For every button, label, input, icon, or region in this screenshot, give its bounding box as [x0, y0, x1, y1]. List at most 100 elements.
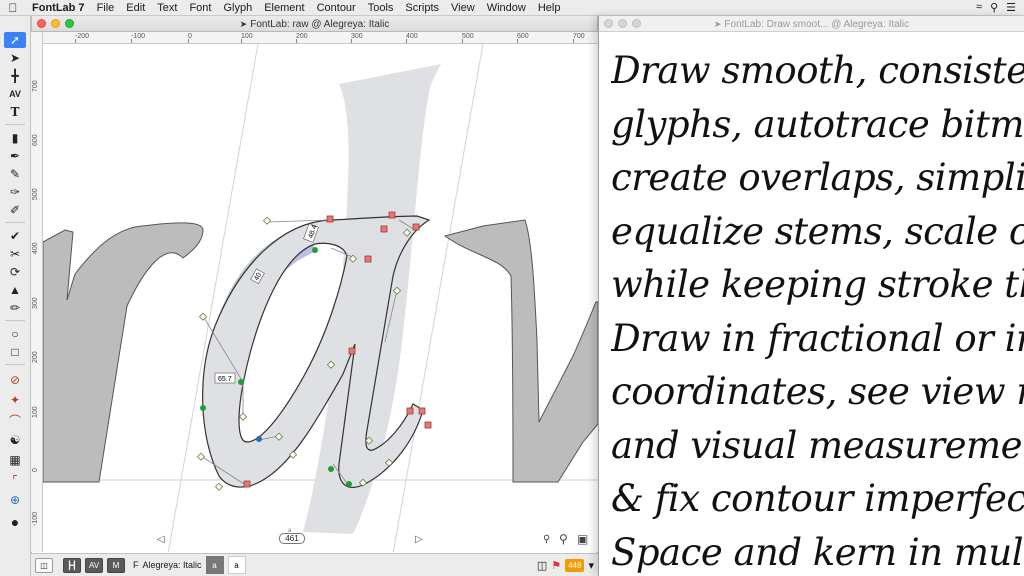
metrics-mode-button[interactable]: ┣┫	[63, 557, 81, 573]
yin-yang-tool-icon[interactable]: ☯	[4, 432, 26, 448]
menu-edit[interactable]: Edit	[120, 0, 151, 16]
scissors-tool-icon[interactable]: ✂	[4, 246, 26, 262]
no-entry-tool-icon[interactable]: ⊘	[4, 372, 26, 388]
glyph-count-badge[interactable]: 448	[565, 558, 585, 572]
align-tool-icon[interactable]: ⊕	[4, 492, 26, 508]
neighbor-glyph-v	[443, 219, 598, 483]
preview-window-titlebar[interactable]: ➤ FontLab: Draw smoot... @ Alegreya: Ital…	[599, 16, 1024, 32]
menu-scripts[interactable]: Scripts	[399, 0, 445, 16]
font-prefix: F	[133, 560, 139, 570]
eyedropper-tool-icon[interactable]: ✏	[4, 300, 26, 316]
preview-line: Draw smooth, consistent	[611, 49, 1024, 92]
ruler-label: 700	[573, 33, 585, 40]
glyph-drawing: 48.4 40 65.7 ◁ ▷ a	[43, 44, 598, 552]
menu-help[interactable]: Help	[532, 0, 567, 16]
guide-tool-icon[interactable]: ⌜	[4, 472, 26, 488]
ruler-label: 700	[32, 80, 39, 92]
menu-tools[interactable]: Tools	[362, 0, 400, 16]
prev-glyph-arrow-icon: ◁	[157, 534, 165, 545]
eraser-tool-icon[interactable]: ▮	[4, 130, 26, 146]
kerning-mode-button[interactable]: AV	[85, 557, 103, 573]
menu-text[interactable]: Text	[151, 0, 183, 16]
glyph-canvas[interactable]: 48.4 40 65.7 ◁ ▷ a 461 ⚲ ⚲ ▣	[43, 44, 598, 552]
text-tool-icon[interactable]: T	[4, 104, 26, 120]
kerning-tool-icon[interactable]: AV	[4, 86, 26, 102]
menu-window[interactable]: Window	[481, 0, 532, 16]
layers-icon[interactable]: ◫	[537, 559, 547, 572]
glyph-window-titlebar[interactable]: ➤ FontLab: raw @ Alegreya: Italic	[32, 16, 597, 32]
pin-tool-icon[interactable]: ✦	[4, 392, 26, 408]
advance-width-field[interactable]: 461	[279, 533, 305, 544]
grid-tool-icon[interactable]: ▦	[4, 452, 26, 468]
hand-tool-icon[interactable]: ●	[4, 514, 26, 530]
ruler-label: 400	[406, 33, 418, 40]
fit-view-icon[interactable]: ▣	[577, 532, 588, 546]
ruler-label: -200	[75, 33, 90, 40]
menu-list-icon[interactable]: ☰	[1006, 1, 1016, 14]
chevron-down-icon[interactable]: ▾	[588, 559, 594, 572]
current-glyph-cell[interactable]: a	[205, 556, 224, 574]
preview-window: ➤ FontLab: Draw smoot... @ Alegreya: Ital…	[598, 16, 1024, 576]
preview-line: coordinates, see view nu	[611, 370, 1024, 413]
menu-file[interactable]: File	[91, 0, 121, 16]
pointer-icon: ➤	[713, 19, 722, 29]
search-icon[interactable]: ⚲	[990, 1, 998, 14]
sidebar-toggle-button[interactable]: ◫	[35, 557, 53, 573]
preview-window-title: FontLab: Draw smoot... @ Alegreya: Itali…	[724, 19, 910, 30]
mode-button[interactable]: M	[107, 557, 125, 573]
wifi-icon[interactable]: ≈	[976, 1, 982, 14]
fill-tool-icon[interactable]: ▲	[4, 282, 26, 298]
ruler-label: 200	[32, 351, 39, 363]
preview-line: Space and kern in multi-	[611, 530, 1024, 574]
preview-line: equalize stems, scale out	[611, 209, 1024, 253]
contour-select-tool-icon[interactable]: ➚	[4, 32, 26, 48]
corner-tool-icon[interactable]: ⌒	[4, 412, 26, 428]
next-glyph-cell[interactable]: a	[227, 556, 246, 574]
pointer-icon: ➤	[239, 19, 248, 29]
neighbor-glyph-r	[43, 222, 204, 483]
preview-line: & fix contour imperfectio	[611, 477, 1024, 520]
ruler-label: 100	[241, 33, 253, 40]
metrics-tool-icon[interactable]: ╋	[4, 68, 26, 84]
knife-tool-icon[interactable]: ✔	[4, 228, 26, 244]
ruler-label: 600	[517, 33, 529, 40]
rectangle-tool-icon[interactable]: □	[4, 344, 26, 360]
status-bar: ◫ ┣┫ AV M F Alegreya: Italic a a ◫ ⚑ 448…	[31, 553, 598, 576]
flag-icon[interactable]: ⚑	[551, 559, 561, 572]
menu-contour[interactable]: Contour	[311, 0, 362, 16]
brush-tool-icon[interactable]: ✒	[4, 148, 26, 164]
preview-text-area[interactable]: Draw smooth, consistent glyphs, autotrac…	[611, 44, 1024, 576]
preview-line: create overlaps, simplify	[611, 156, 1024, 199]
preview-line: while keeping stroke thic	[611, 263, 1024, 306]
ruler-label: 400	[32, 242, 39, 254]
horizontal-ruler[interactable]: -200 -100 0 100 200 300 400 500 600 700	[43, 32, 598, 44]
ruler-label: 300	[351, 33, 363, 40]
ruler-label: 100	[32, 406, 39, 418]
apple-icon[interactable]: 	[0, 1, 26, 15]
ruler-label: 300	[32, 297, 39, 309]
ruler-label: 200	[296, 33, 308, 40]
vertical-ruler[interactable]: 700 600 500 400 300 200 100 0 -100	[31, 32, 43, 552]
pencil-tool-icon[interactable]: ✎	[4, 166, 26, 182]
pen-tool-icon[interactable]: ✑	[4, 184, 26, 200]
rotate-tool-icon[interactable]: ⟳	[4, 264, 26, 280]
menu-app[interactable]: FontLab 7	[26, 0, 91, 16]
element-select-tool-icon[interactable]: ➤	[4, 50, 26, 66]
menu-font[interactable]: Font	[183, 0, 217, 16]
ruler-label: -100	[32, 511, 39, 526]
menu-glyph[interactable]: Glyph	[217, 0, 258, 16]
ruler-label: 500	[462, 33, 474, 40]
zoom-out-icon[interactable]: ⚲	[543, 534, 550, 545]
zoom-in-icon[interactable]: ⚲	[559, 532, 568, 546]
menu-view[interactable]: View	[445, 0, 481, 16]
next-glyph-arrow-icon: ▷	[415, 534, 423, 545]
preview-line: Draw in fractional or int	[611, 316, 1024, 360]
font-name[interactable]: Alegreya: Italic	[143, 560, 202, 570]
menu-bar:  FontLab 7 File Edit Text Font Glyph El…	[0, 0, 1024, 16]
measure-label-3: 65.7	[218, 376, 232, 383]
rapid-tool-icon[interactable]: ✐	[4, 202, 26, 218]
menu-element[interactable]: Element	[258, 0, 310, 16]
preview-line: and visual measuremen	[611, 423, 1024, 467]
ellipse-tool-icon[interactable]: ○	[4, 326, 26, 342]
window-title: FontLab: raw @ Alegreya: Italic	[250, 19, 390, 30]
